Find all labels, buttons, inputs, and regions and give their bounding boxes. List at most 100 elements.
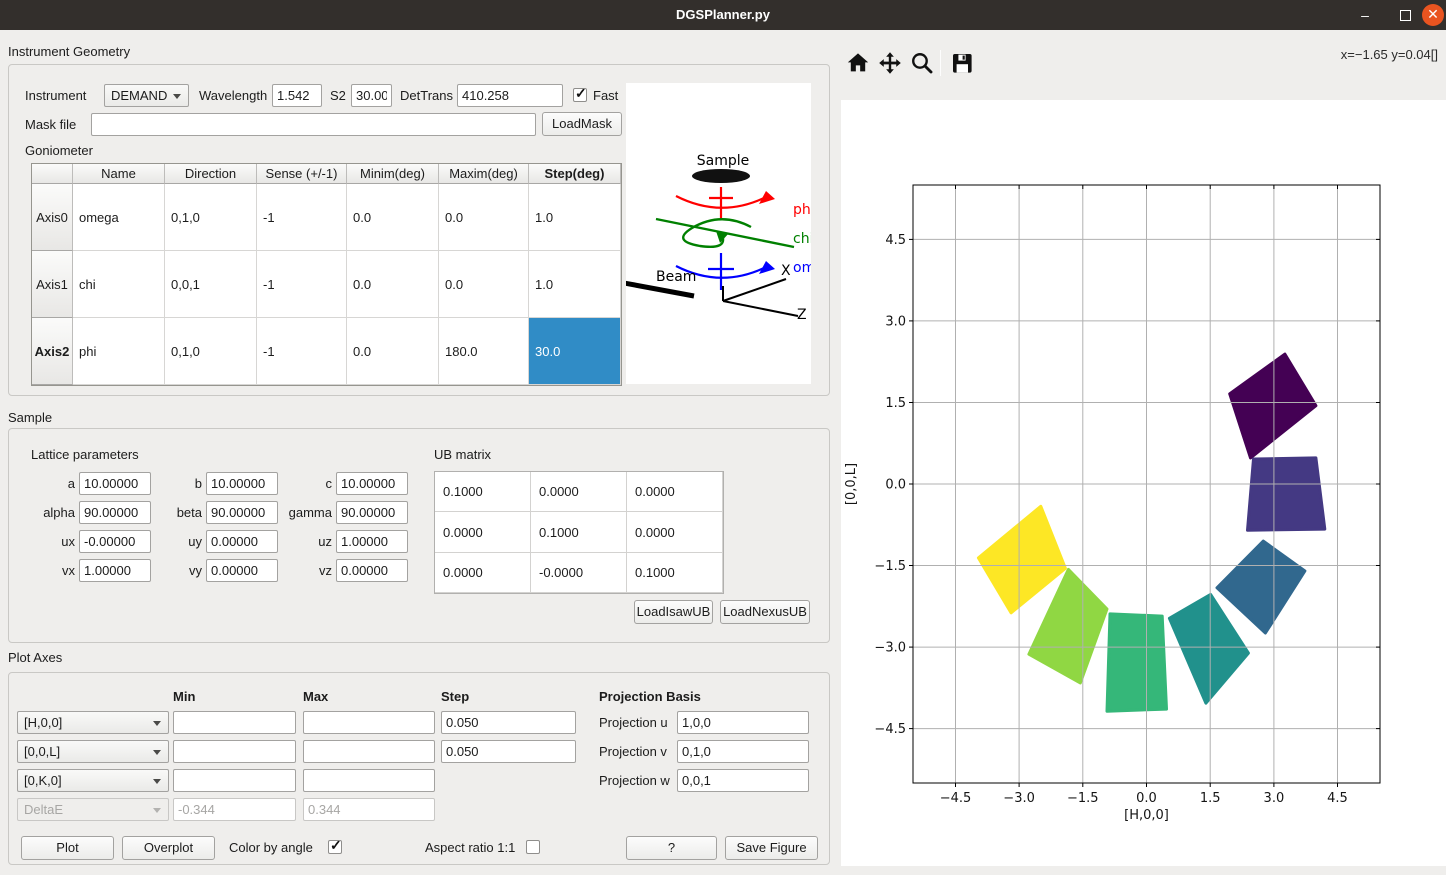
ub-cell[interactable]: 0.0000 — [627, 512, 723, 553]
dimension1-min-field[interactable] — [173, 740, 296, 763]
dimension1-max-field[interactable] — [303, 740, 435, 763]
close-icon[interactable]: ✕ — [1422, 4, 1444, 26]
color-by-angle-checkbox[interactable] — [328, 840, 342, 854]
table-cell[interactable]: phi — [73, 318, 165, 385]
pan-icon[interactable] — [878, 51, 902, 75]
dimension2-max-field[interactable] — [303, 769, 435, 792]
table-cell[interactable]: 180.0 — [439, 318, 529, 385]
lattice-gamma-field[interactable] — [336, 501, 408, 524]
table-cell[interactable]: 0.0 — [439, 184, 529, 251]
svg-text:3.0: 3.0 — [885, 314, 906, 329]
table-cell[interactable]: -1 — [257, 251, 347, 318]
table-cell[interactable]: 1.0 — [529, 184, 621, 251]
column-header-step[interactable]: Step(deg) — [529, 164, 621, 184]
lattice-vy-label: vy — [139, 559, 202, 582]
selected-cell[interactable]: 30.0 — [529, 318, 621, 385]
dimension0-combobox[interactable]: [H,0,0] — [17, 711, 169, 734]
lattice-vy-field[interactable] — [206, 559, 278, 582]
row-header-axis2[interactable]: Axis2 — [32, 318, 73, 385]
maskfile-label: Mask file — [25, 113, 76, 136]
instrument-combobox[interactable]: DEMAND — [104, 84, 189, 107]
load-nexus-ub-button[interactable]: LoadNexusUB — [720, 600, 810, 624]
dimension2-min-field[interactable] — [173, 769, 296, 792]
table-cell[interactable]: -1 — [257, 318, 347, 385]
projection-w-field[interactable] — [677, 769, 809, 792]
ub-cell[interactable]: -0.0000 — [531, 553, 627, 593]
goniometer-label: Goniometer — [25, 139, 93, 162]
column-header-minim[interactable]: Minim(deg) — [347, 164, 439, 184]
lattice-uy-field[interactable] — [206, 530, 278, 553]
table-cell[interactable]: -1 — [257, 184, 347, 251]
aspect-ratio-checkbox[interactable] — [526, 840, 540, 854]
diagram-x-axis-label: X — [781, 263, 791, 279]
dettrans-field[interactable] — [457, 84, 563, 107]
svg-text:−1.5: −1.5 — [874, 559, 906, 574]
svg-text:−3.0: −3.0 — [874, 641, 906, 656]
zoom-icon[interactable] — [910, 51, 934, 75]
svg-text:[H,0,0]: [H,0,0] — [1124, 808, 1169, 823]
dimension1-step-field[interactable] — [441, 740, 576, 763]
dimension0-max-field[interactable] — [303, 711, 435, 734]
lattice-vz-field[interactable] — [336, 559, 408, 582]
hkl-coverage-plot[interactable]: −4.5−3.0−1.50.01.53.04.5−4.5−3.0−1.50.01… — [841, 100, 1446, 866]
help-button[interactable]: ? — [626, 836, 717, 860]
ub-cell[interactable]: 0.0000 — [627, 472, 723, 512]
projection-v-field[interactable] — [677, 740, 809, 763]
table-cell[interactable]: 0,1,0 — [165, 318, 257, 385]
lattice-uz-field[interactable] — [336, 530, 408, 553]
ub-cell[interactable]: 0.0000 — [531, 472, 627, 512]
lattice-beta-field[interactable] — [206, 501, 278, 524]
s2-field[interactable] — [351, 84, 392, 107]
lattice-vz-label: vz — [271, 559, 332, 582]
table-cell[interactable]: 0.0 — [347, 251, 439, 318]
overplot-button[interactable]: Overplot — [122, 836, 215, 860]
dimension2-combobox[interactable]: [0,K,0] — [17, 769, 169, 792]
lattice-c-field[interactable] — [336, 472, 408, 495]
diagram-chi-label: chi — [793, 231, 811, 247]
table-cell[interactable]: 1.0 — [529, 251, 621, 318]
column-header-maxim[interactable]: Maxim(deg) — [439, 164, 529, 184]
load-isaw-ub-button[interactable]: LoadIsawUB — [634, 600, 713, 624]
table-cell[interactable]: 0.0 — [347, 184, 439, 251]
table-cell[interactable]: 0.0 — [347, 318, 439, 385]
dimension1-combobox[interactable]: [0,0,L] — [17, 740, 169, 763]
table-corner-header[interactable] — [32, 164, 73, 184]
column-header-name[interactable]: Name — [73, 164, 165, 184]
lattice-b-field[interactable] — [206, 472, 278, 495]
ub-cell[interactable]: 0.0000 — [435, 512, 531, 553]
diagram-z-axis-label: Z — [797, 307, 807, 323]
instrument-label: Instrument — [25, 84, 86, 107]
table-cell[interactable]: 0,0,1 — [165, 251, 257, 318]
figure-canvas[interactable]: −4.5−3.0−1.50.01.53.04.5−4.5−3.0−1.50.01… — [841, 100, 1446, 866]
ub-cell[interactable]: 0.1000 — [627, 553, 723, 593]
loadmask-button[interactable]: LoadMask — [542, 112, 622, 136]
home-icon[interactable] — [846, 51, 870, 75]
wavelength-field[interactable] — [272, 84, 322, 107]
table-cell[interactable]: chi — [73, 251, 165, 318]
column-header-direction[interactable]: Direction — [165, 164, 257, 184]
save-figure-button[interactable]: Save Figure — [725, 836, 818, 860]
ub-cell[interactable]: 0.0000 — [435, 553, 531, 593]
dimension1-value: [0,0,L] — [24, 744, 60, 759]
row-header-axis0[interactable]: Axis0 — [32, 184, 73, 251]
ub-cell[interactable]: 0.1000 — [531, 512, 627, 553]
table-cell[interactable]: 0.0 — [439, 251, 529, 318]
minimize-icon[interactable]: – — [1352, 0, 1378, 30]
dimension0-step-field[interactable] — [441, 711, 576, 734]
maskfile-field[interactable] — [91, 113, 536, 136]
column-header-sense[interactable]: Sense (+/-1) — [257, 164, 347, 184]
plot-button[interactable]: Plot — [21, 836, 114, 860]
table-cell[interactable]: 0,1,0 — [165, 184, 257, 251]
window-title: DGSPlanner.py — [0, 0, 1446, 30]
table-cell[interactable]: omega — [73, 184, 165, 251]
dimension0-min-field[interactable] — [173, 711, 296, 734]
titlebar[interactable]: DGSPlanner.py – ✕ — [0, 0, 1446, 30]
chevron-down-icon — [153, 779, 161, 784]
projection-u-field[interactable] — [677, 711, 809, 734]
lattice-uy-label: uy — [139, 530, 202, 553]
row-header-axis1[interactable]: Axis1 — [32, 251, 73, 318]
maximize-icon[interactable] — [1392, 0, 1418, 30]
ub-cell[interactable]: 0.1000 — [435, 472, 531, 512]
fast-checkbox[interactable] — [573, 88, 587, 102]
save-icon[interactable] — [950, 51, 974, 75]
